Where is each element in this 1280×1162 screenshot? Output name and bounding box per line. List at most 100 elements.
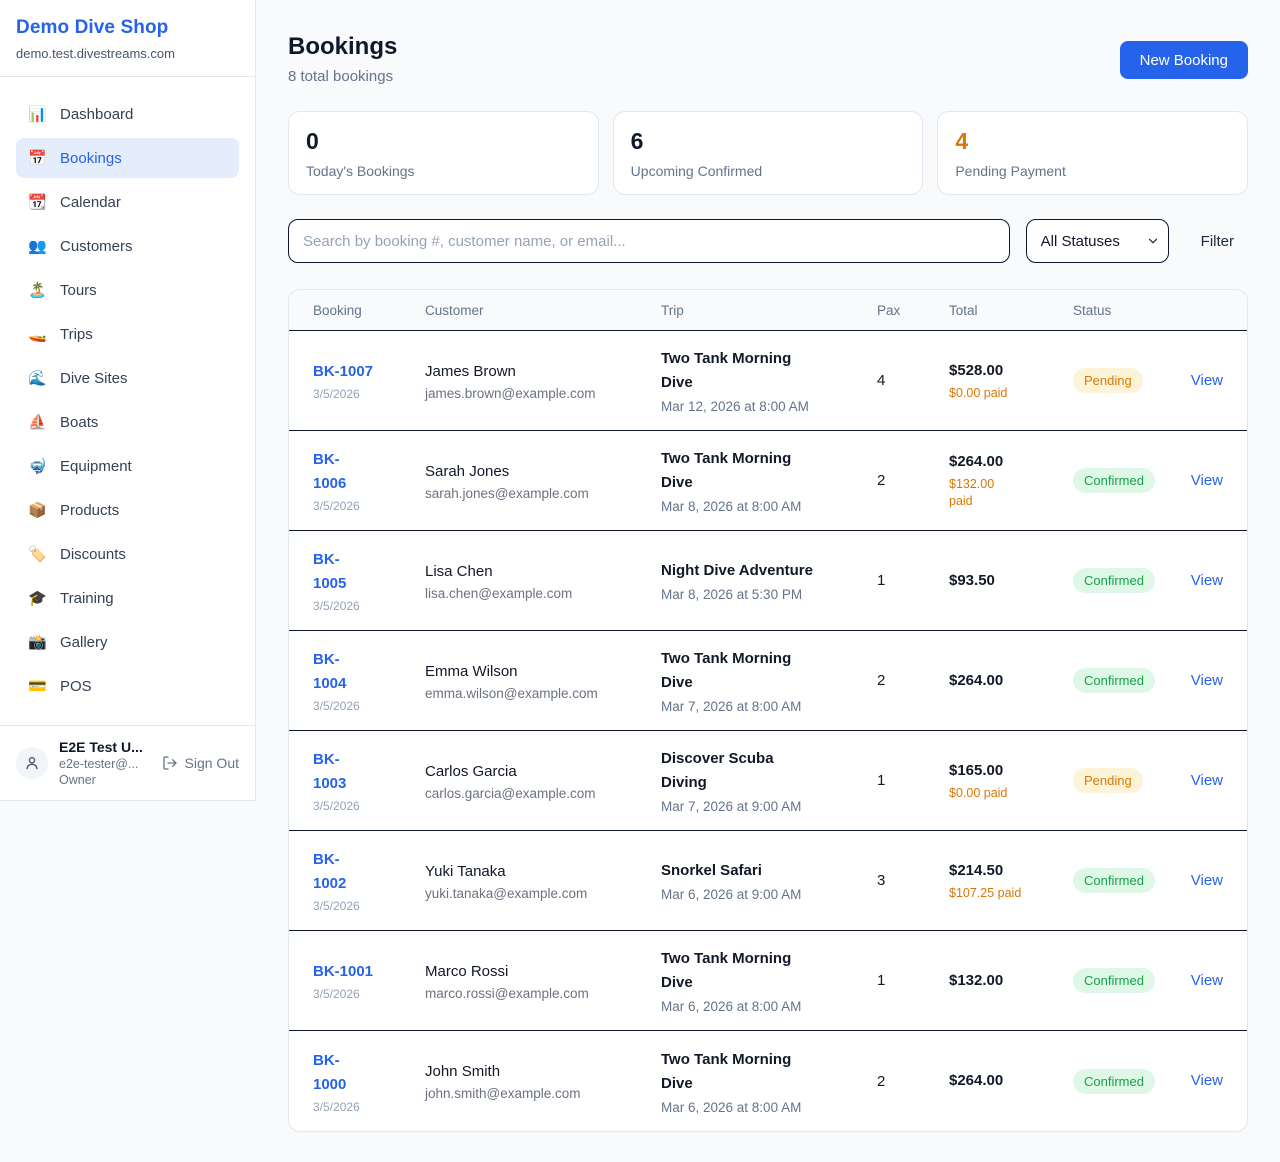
brand-name: Demo Dive Shop — [16, 17, 239, 39]
customer-cell: Lisa Chen lisa.chen@example.com — [425, 561, 661, 601]
sidebar-item-dive-sites[interactable]: 🌊 Dive Sites — [16, 358, 239, 398]
discounts-icon: 🏷️ — [28, 545, 50, 563]
view-link[interactable]: View — [1191, 972, 1223, 989]
customer-email: carlos.garcia@example.com — [425, 786, 661, 801]
actions-cell: View — [1191, 372, 1223, 390]
customer-cell: Emma Wilson emma.wilson@example.com — [425, 661, 661, 701]
trip-cell: Snorkel Safari Mar 6, 2026 at 9:00 AM — [661, 859, 877, 902]
status-select[interactable]: All Statuses — [1026, 219, 1169, 263]
total-cell: $264.00 $132.00 paid — [949, 451, 1073, 510]
total-cell: $93.50 — [949, 570, 1073, 592]
view-link[interactable]: View — [1191, 872, 1223, 889]
status-badge: Confirmed — [1073, 1069, 1155, 1094]
sidebar-item-training[interactable]: 🎓 Training — [16, 578, 239, 618]
sidebar-item-discounts[interactable]: 🏷️ Discounts — [16, 534, 239, 574]
customer-cell: James Brown james.brown@example.com — [425, 361, 661, 401]
status-badge: Confirmed — [1073, 668, 1155, 693]
booking-cell: BK- 1000 3/5/2026 — [313, 1049, 425, 1114]
pos-icon: 💳 — [28, 677, 50, 695]
booking-id-link[interactable]: BK- 1006 — [313, 448, 425, 496]
booking-date: 3/5/2026 — [313, 799, 425, 813]
sidebar-item-products[interactable]: 📦 Products — [16, 490, 239, 530]
sidebar-item-label: Gallery — [60, 634, 108, 651]
status-cell: Pending — [1073, 368, 1181, 393]
sidebar-item-calendar[interactable]: 📆 Calendar — [16, 182, 239, 222]
trip-cell: Two Tank Morning Dive Mar 8, 2026 at 8:0… — [661, 447, 877, 514]
booking-date: 3/5/2026 — [313, 387, 425, 401]
view-link[interactable]: View — [1191, 672, 1223, 689]
paid-amount: $0.00 paid — [949, 785, 1073, 802]
sidebar-item-pos[interactable]: 💳 POS — [16, 666, 239, 706]
pax-count: 2 — [877, 472, 949, 489]
user-email: e2e-tester@... — [59, 757, 159, 771]
sidebar-item-label: Discounts — [60, 546, 126, 563]
total-amount: $214.50 — [949, 860, 1073, 882]
paid-amount: $0.00 paid — [949, 385, 1073, 402]
search-input[interactable] — [288, 219, 1010, 263]
trip-cell: Two Tank Morning Dive Mar 12, 2026 at 8:… — [661, 347, 877, 414]
actions-cell: View — [1191, 472, 1223, 490]
booking-cell: BK- 1005 3/5/2026 — [313, 548, 425, 613]
booking-id-link[interactable]: BK- 1000 — [313, 1049, 425, 1097]
stat-card-1: 6 Upcoming Confirmed — [613, 111, 924, 195]
trip-cell: Discover Scuba Diving Mar 7, 2026 at 9:0… — [661, 747, 877, 814]
dive-sites-icon: 🌊 — [28, 369, 50, 387]
view-link[interactable]: View — [1191, 1072, 1223, 1089]
view-link[interactable]: View — [1191, 572, 1223, 589]
stat-value: 6 — [631, 129, 906, 154]
booking-id-link[interactable]: BK- 1004 — [313, 648, 425, 696]
customer-email: sarah.jones@example.com — [425, 486, 661, 501]
sidebar-item-label: Boats — [60, 414, 98, 431]
brand: Demo Dive Shop demo.test.divestreams.com — [0, 0, 255, 77]
view-link[interactable]: View — [1191, 472, 1223, 489]
customer-name: Carlos Garcia — [425, 761, 661, 783]
booking-id-link[interactable]: BK- 1002 — [313, 848, 425, 896]
bookings-icon: 📅 — [28, 149, 50, 167]
total-amount: $165.00 — [949, 760, 1073, 782]
customer-email: lisa.chen@example.com — [425, 586, 661, 601]
view-link[interactable]: View — [1191, 772, 1223, 789]
status-badge: Confirmed — [1073, 568, 1155, 593]
sidebar: Demo Dive Shop demo.test.divestreams.com… — [0, 0, 256, 801]
filter-button[interactable]: Filter — [1201, 233, 1234, 250]
trip-name: Two Tank Morning Dive — [661, 447, 877, 495]
sidebar-item-dashboard[interactable]: 📊 Dashboard — [16, 94, 239, 134]
sign-out-button[interactable]: Sign Out — [162, 755, 239, 771]
booking-id-link[interactable]: BK-1007 — [313, 360, 425, 384]
customer-cell: Carlos Garcia carlos.garcia@example.com — [425, 761, 661, 801]
total-amount: $93.50 — [949, 570, 1073, 592]
table-row: BK- 1003 3/5/2026 Carlos Garcia carlos.g… — [289, 731, 1247, 831]
column-header-3: Pax — [877, 303, 949, 318]
booking-id-link[interactable]: BK- 1003 — [313, 748, 425, 796]
user-info: E2E Test U... e2e-tester@... Owner — [59, 739, 159, 787]
new-booking-button[interactable]: New Booking — [1120, 41, 1248, 79]
booking-cell: BK- 1006 3/5/2026 — [313, 448, 425, 513]
stat-card-0: 0 Today's Bookings — [288, 111, 599, 195]
booking-id-link[interactable]: BK-1001 — [313, 960, 425, 984]
table-row: BK- 1002 3/5/2026 Yuki Tanaka yuki.tanak… — [289, 831, 1247, 931]
logout-icon — [162, 755, 178, 771]
sidebar-item-gallery[interactable]: 📸 Gallery — [16, 622, 239, 662]
brand-domain: demo.test.divestreams.com — [16, 46, 239, 61]
products-icon: 📦 — [28, 501, 50, 519]
sidebar-item-tours[interactable]: 🏝️ Tours — [16, 270, 239, 310]
sidebar-item-bookings[interactable]: 📅 Bookings — [16, 138, 239, 178]
total-cell: $264.00 — [949, 670, 1073, 692]
sidebar-item-label: Bookings — [60, 150, 122, 167]
status-cell: Confirmed — [1073, 868, 1181, 893]
view-link[interactable]: View — [1191, 372, 1223, 389]
booking-id-link[interactable]: BK- 1005 — [313, 548, 425, 596]
column-header-4: Total — [949, 303, 1073, 318]
page-header: Bookings 8 total bookings New Booking — [288, 33, 1248, 85]
sidebar-item-equipment[interactable]: 🤿 Equipment — [16, 446, 239, 486]
status-cell: Pending — [1073, 768, 1181, 793]
sidebar-item-trips[interactable]: 🚤 Trips — [16, 314, 239, 354]
trip-datetime: Mar 8, 2026 at 5:30 PM — [661, 587, 877, 602]
status-badge: Pending — [1073, 368, 1143, 393]
trip-datetime: Mar 6, 2026 at 8:00 AM — [661, 1100, 877, 1115]
customer-cell: John Smith john.smith@example.com — [425, 1061, 661, 1101]
booking-date: 3/5/2026 — [313, 987, 425, 1001]
sidebar-item-boats[interactable]: ⛵ Boats — [16, 402, 239, 442]
customer-cell: Sarah Jones sarah.jones@example.com — [425, 461, 661, 501]
sidebar-item-customers[interactable]: 👥 Customers — [16, 226, 239, 266]
